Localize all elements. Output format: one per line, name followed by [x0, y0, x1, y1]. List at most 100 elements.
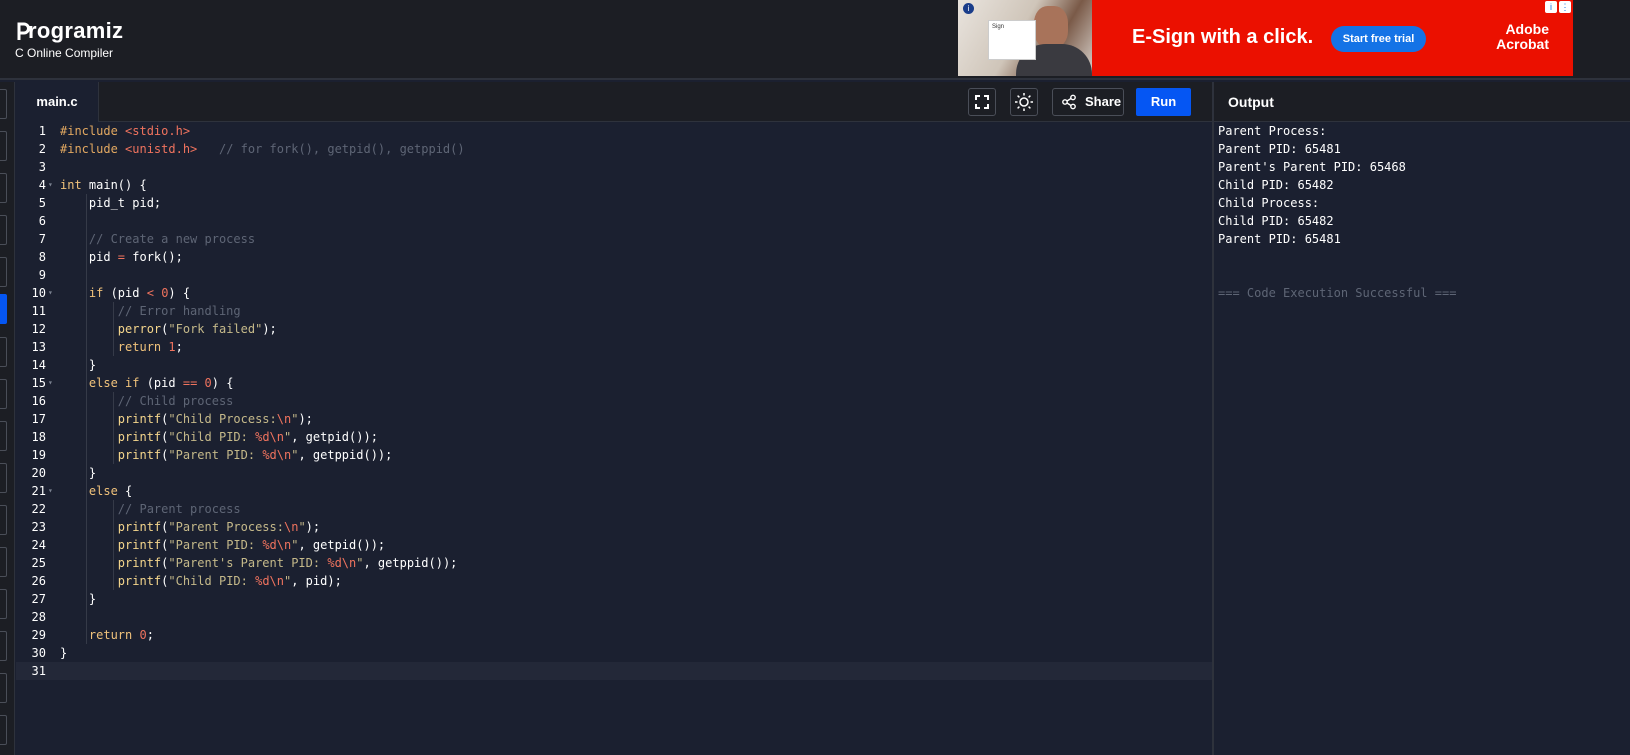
ad-cta-button[interactable]: Start free trial — [1331, 26, 1426, 52]
fullscreen-icon — [975, 95, 989, 109]
code-line[interactable]: 25 printf("Parent's Parent PID: %d\n", g… — [16, 554, 1212, 572]
line-number: 26 — [31, 574, 46, 588]
ad-close-icon[interactable]: ⋮ — [1559, 1, 1571, 13]
line-number: 29 — [31, 628, 46, 642]
code-text: // Error handling — [117, 304, 241, 318]
output-line: Parent's Parent PID: 65468 — [1218, 160, 1406, 174]
code-text: else if (pid == 0) { — [88, 376, 234, 390]
code-line[interactable]: 11 // Error handling — [16, 302, 1212, 320]
sidebar-lang-button[interactable] — [0, 337, 7, 367]
code-line[interactable]: 5 pid_t pid; — [16, 194, 1212, 212]
sidebar-lang-button[interactable] — [0, 589, 7, 619]
code-text: #include <stdio.h> — [60, 124, 191, 138]
fullscreen-button[interactable] — [968, 88, 996, 116]
line-number: 9 — [38, 268, 46, 282]
sidebar-lang-button[interactable] — [0, 379, 7, 409]
code-line[interactable]: 29 return 0; — [16, 626, 1212, 644]
code-line[interactable]: 30} — [16, 644, 1212, 662]
fold-arrow-icon[interactable]: ▾ — [48, 482, 53, 500]
code-text: else { — [88, 484, 133, 498]
tab-main-c[interactable]: main.c — [16, 82, 99, 122]
line-number: 21 — [31, 484, 46, 498]
ad-headline: E-Sign with a click. — [1132, 26, 1314, 48]
code-line[interactable]: 16 // Child process — [16, 392, 1212, 410]
code-line[interactable]: 7 // Create a new process — [16, 230, 1212, 248]
sidebar-lang-button[interactable] — [0, 421, 7, 451]
code-text: // Parent process — [117, 502, 241, 516]
sidebar-lang-button-active[interactable] — [0, 294, 7, 324]
code-line[interactable]: 14 } — [16, 356, 1212, 374]
code-text: printf("Parent PID: %d\n", getpid()); — [117, 538, 386, 552]
code-editor[interactable]: 1 #include <stdio.h> 2 #include <unistd.h> … — [16, 122, 1212, 755]
code-text: pid_t pid; — [60, 196, 162, 210]
code-text: // Create a new process — [88, 232, 256, 246]
code-line[interactable]: 1 #include <stdio.h> — [16, 122, 1212, 140]
sidebar-lang-button[interactable] — [0, 673, 7, 703]
sidebar-lang-button[interactable] — [0, 131, 7, 161]
code-line[interactable]: 8 pid = fork(); — [16, 248, 1212, 266]
ad-photo: Sign i — [958, 0, 1092, 76]
code-line[interactable]: 26 printf("Child PID: %d\n", pid); — [16, 572, 1212, 590]
code-text: if (pid < 0) { — [88, 286, 191, 300]
line-number: 25 — [31, 556, 46, 570]
run-button[interactable]: Run — [1136, 88, 1191, 116]
ad-info-icon[interactable]: i — [1545, 1, 1557, 13]
fold-arrow-icon[interactable]: ▾ — [48, 374, 53, 392]
share-button[interactable]: Share — [1052, 88, 1124, 116]
sidebar-lang-button[interactable] — [0, 257, 7, 287]
line-number: 31 — [31, 664, 46, 678]
output-line: Child Process: — [1218, 196, 1320, 210]
code-text: } — [60, 646, 68, 660]
code-line[interactable]: 27 } — [16, 590, 1212, 608]
code-text: return 0; — [88, 628, 154, 642]
code-text: } — [60, 358, 97, 372]
code-line[interactable]: 24 printf("Parent PID: %d\n", getpid()); — [16, 536, 1212, 554]
code-line[interactable]: 21 ▾ else { — [16, 482, 1212, 500]
line-number: 30 — [31, 646, 46, 660]
code-line[interactable]: 13 return 1; — [16, 338, 1212, 356]
code-text: return 1; — [117, 340, 183, 354]
code-text: printf("Parent's Parent PID: %d\n", getp… — [117, 556, 458, 570]
sidebar-lang-button[interactable] — [0, 505, 7, 535]
sidebar-lang-button[interactable] — [0, 631, 7, 661]
sidebar-lang-button[interactable] — [0, 89, 7, 119]
line-number: 20 — [31, 466, 46, 480]
sidebar-lang-button[interactable] — [0, 547, 7, 577]
ad-choices-icon[interactable]: i — [963, 3, 974, 14]
code-line[interactable]: 17 printf("Child Process:\n"); — [16, 410, 1212, 428]
ad-banner[interactable]: Sign i E-Sign with a click. Start free t… — [958, 0, 1573, 76]
fold-arrow-icon[interactable]: ▾ — [48, 176, 53, 194]
ad-brand: Adobe Acrobat — [1493, 22, 1549, 52]
sidebar-lang-button[interactable] — [0, 173, 7, 203]
code-line[interactable]: 22 // Parent process — [16, 500, 1212, 518]
line-number: 17 — [31, 412, 46, 426]
sidebar-lang-button[interactable] — [0, 463, 7, 493]
code-line[interactable]: 4 ▾ int main() { — [16, 176, 1212, 194]
code-text: printf("Parent Process:\n"); — [117, 520, 321, 534]
line-number: 6 — [38, 214, 46, 228]
sidebar-lang-button[interactable] — [0, 215, 7, 245]
code-line[interactable]: 28 — [16, 608, 1212, 626]
code-line[interactable]: 3 — [16, 158, 1212, 176]
code-line[interactable]: 6 — [16, 212, 1212, 230]
code-line[interactable]: 23 printf("Parent Process:\n"); — [16, 518, 1212, 536]
line-number: 14 — [31, 358, 46, 372]
programiz-logo[interactable]: rogramiz — [16, 18, 123, 44]
code-line[interactable]: 2 #include <unistd.h> // for fork(), getp… — [16, 140, 1212, 158]
code-line[interactable]: 10 ▾ if (pid < 0) { — [16, 284, 1212, 302]
code-text: printf("Child PID: %d\n", pid); — [117, 574, 342, 588]
code-line[interactable]: 18 printf("Child PID: %d\n", getpid()); — [16, 428, 1212, 446]
line-number: 7 — [38, 232, 46, 246]
sidebar-lang-button[interactable] — [0, 715, 7, 745]
line-number: 2 — [38, 142, 46, 156]
theme-toggle-button[interactable] — [1010, 88, 1038, 116]
code-line[interactable]: 31 — [16, 662, 1212, 680]
code-line[interactable]: 9 — [16, 266, 1212, 284]
code-line[interactable]: 20 } — [16, 464, 1212, 482]
code-line[interactable]: 19 printf("Parent PID: %d\n", getppid())… — [16, 446, 1212, 464]
sun-icon — [1015, 93, 1033, 111]
line-number: 18 — [31, 430, 46, 444]
code-line[interactable]: 15 ▾ else if (pid == 0) { — [16, 374, 1212, 392]
fold-arrow-icon[interactable]: ▾ — [48, 284, 53, 302]
code-line[interactable]: 12 perror("Fork failed"); — [16, 320, 1212, 338]
